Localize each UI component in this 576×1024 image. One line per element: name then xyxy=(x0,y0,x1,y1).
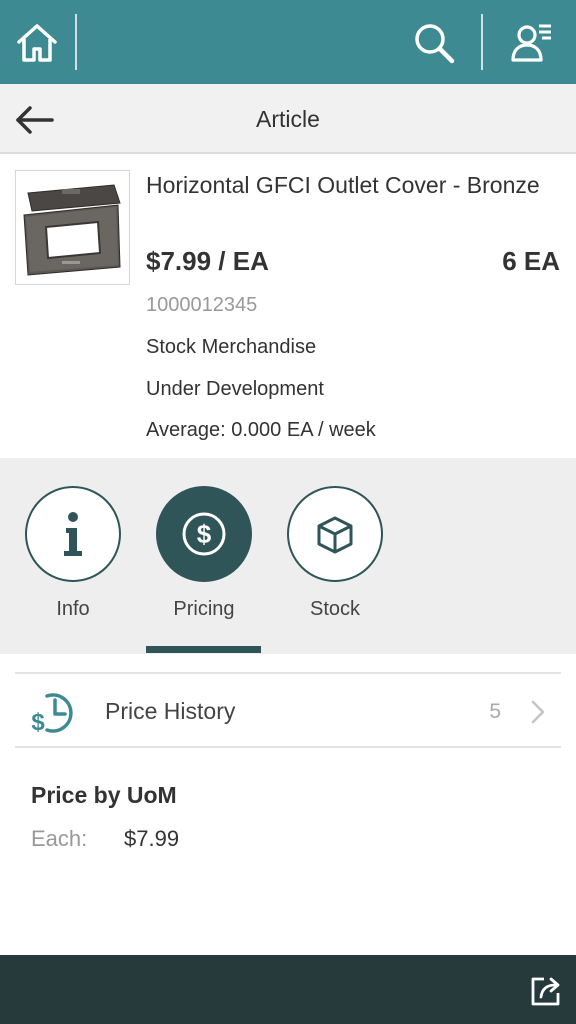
svg-text:$: $ xyxy=(31,709,45,736)
article-quantity: 6 EA xyxy=(502,246,560,276)
article-price: $7.99 / EA xyxy=(146,246,269,276)
active-tab-indicator xyxy=(146,646,261,653)
top-bar xyxy=(0,0,576,84)
price-history-row[interactable]: $ Price History 5 xyxy=(15,672,561,748)
tab-pricing[interactable]: $ Pricing xyxy=(156,486,252,621)
sub-header: Article xyxy=(0,84,576,154)
tab-stock[interactable]: Stock xyxy=(287,486,383,621)
tab-stock-label: Stock xyxy=(309,598,361,620)
product-image xyxy=(15,170,130,285)
article-summary: Horizontal GFCI Outlet Cover - Bronze $7… xyxy=(0,156,576,458)
chevron-right-icon xyxy=(529,698,547,726)
header-divider-right xyxy=(481,14,483,70)
home-icon[interactable] xyxy=(14,20,60,66)
tab-info-label: Info xyxy=(56,598,90,620)
user-menu-icon[interactable] xyxy=(509,20,555,66)
price-history-label: Price History xyxy=(105,698,236,724)
uom-value: $7.99 xyxy=(124,826,180,851)
dollar-icon: $ xyxy=(156,486,252,582)
bottom-bar xyxy=(0,955,576,1024)
detail-tabs: Info $ Pricing Stock xyxy=(0,458,576,654)
uom-label: Each: xyxy=(31,826,88,851)
page-title: Article xyxy=(256,106,320,132)
price-history-icon: $ xyxy=(27,686,79,738)
price-history-count: 5 xyxy=(489,700,501,723)
tab-info[interactable]: Info xyxy=(25,486,121,621)
article-title: Horizontal GFCI Outlet Cover - Bronze xyxy=(146,172,540,198)
info-icon xyxy=(25,486,121,582)
header-divider-left xyxy=(75,14,77,70)
article-status: Under Development xyxy=(146,378,324,400)
uom-section-title: Price by UoM xyxy=(31,782,177,808)
article-id: 1000012345 xyxy=(146,294,258,316)
box-icon xyxy=(287,486,383,582)
article-average: Average: 0.000 EA / week xyxy=(146,419,376,441)
tab-pricing-label: Pricing xyxy=(173,598,235,620)
search-icon[interactable] xyxy=(411,20,457,66)
share-icon[interactable] xyxy=(526,971,566,1011)
svg-text:$: $ xyxy=(197,519,212,549)
article-category: Stock Merchandise xyxy=(146,336,317,358)
